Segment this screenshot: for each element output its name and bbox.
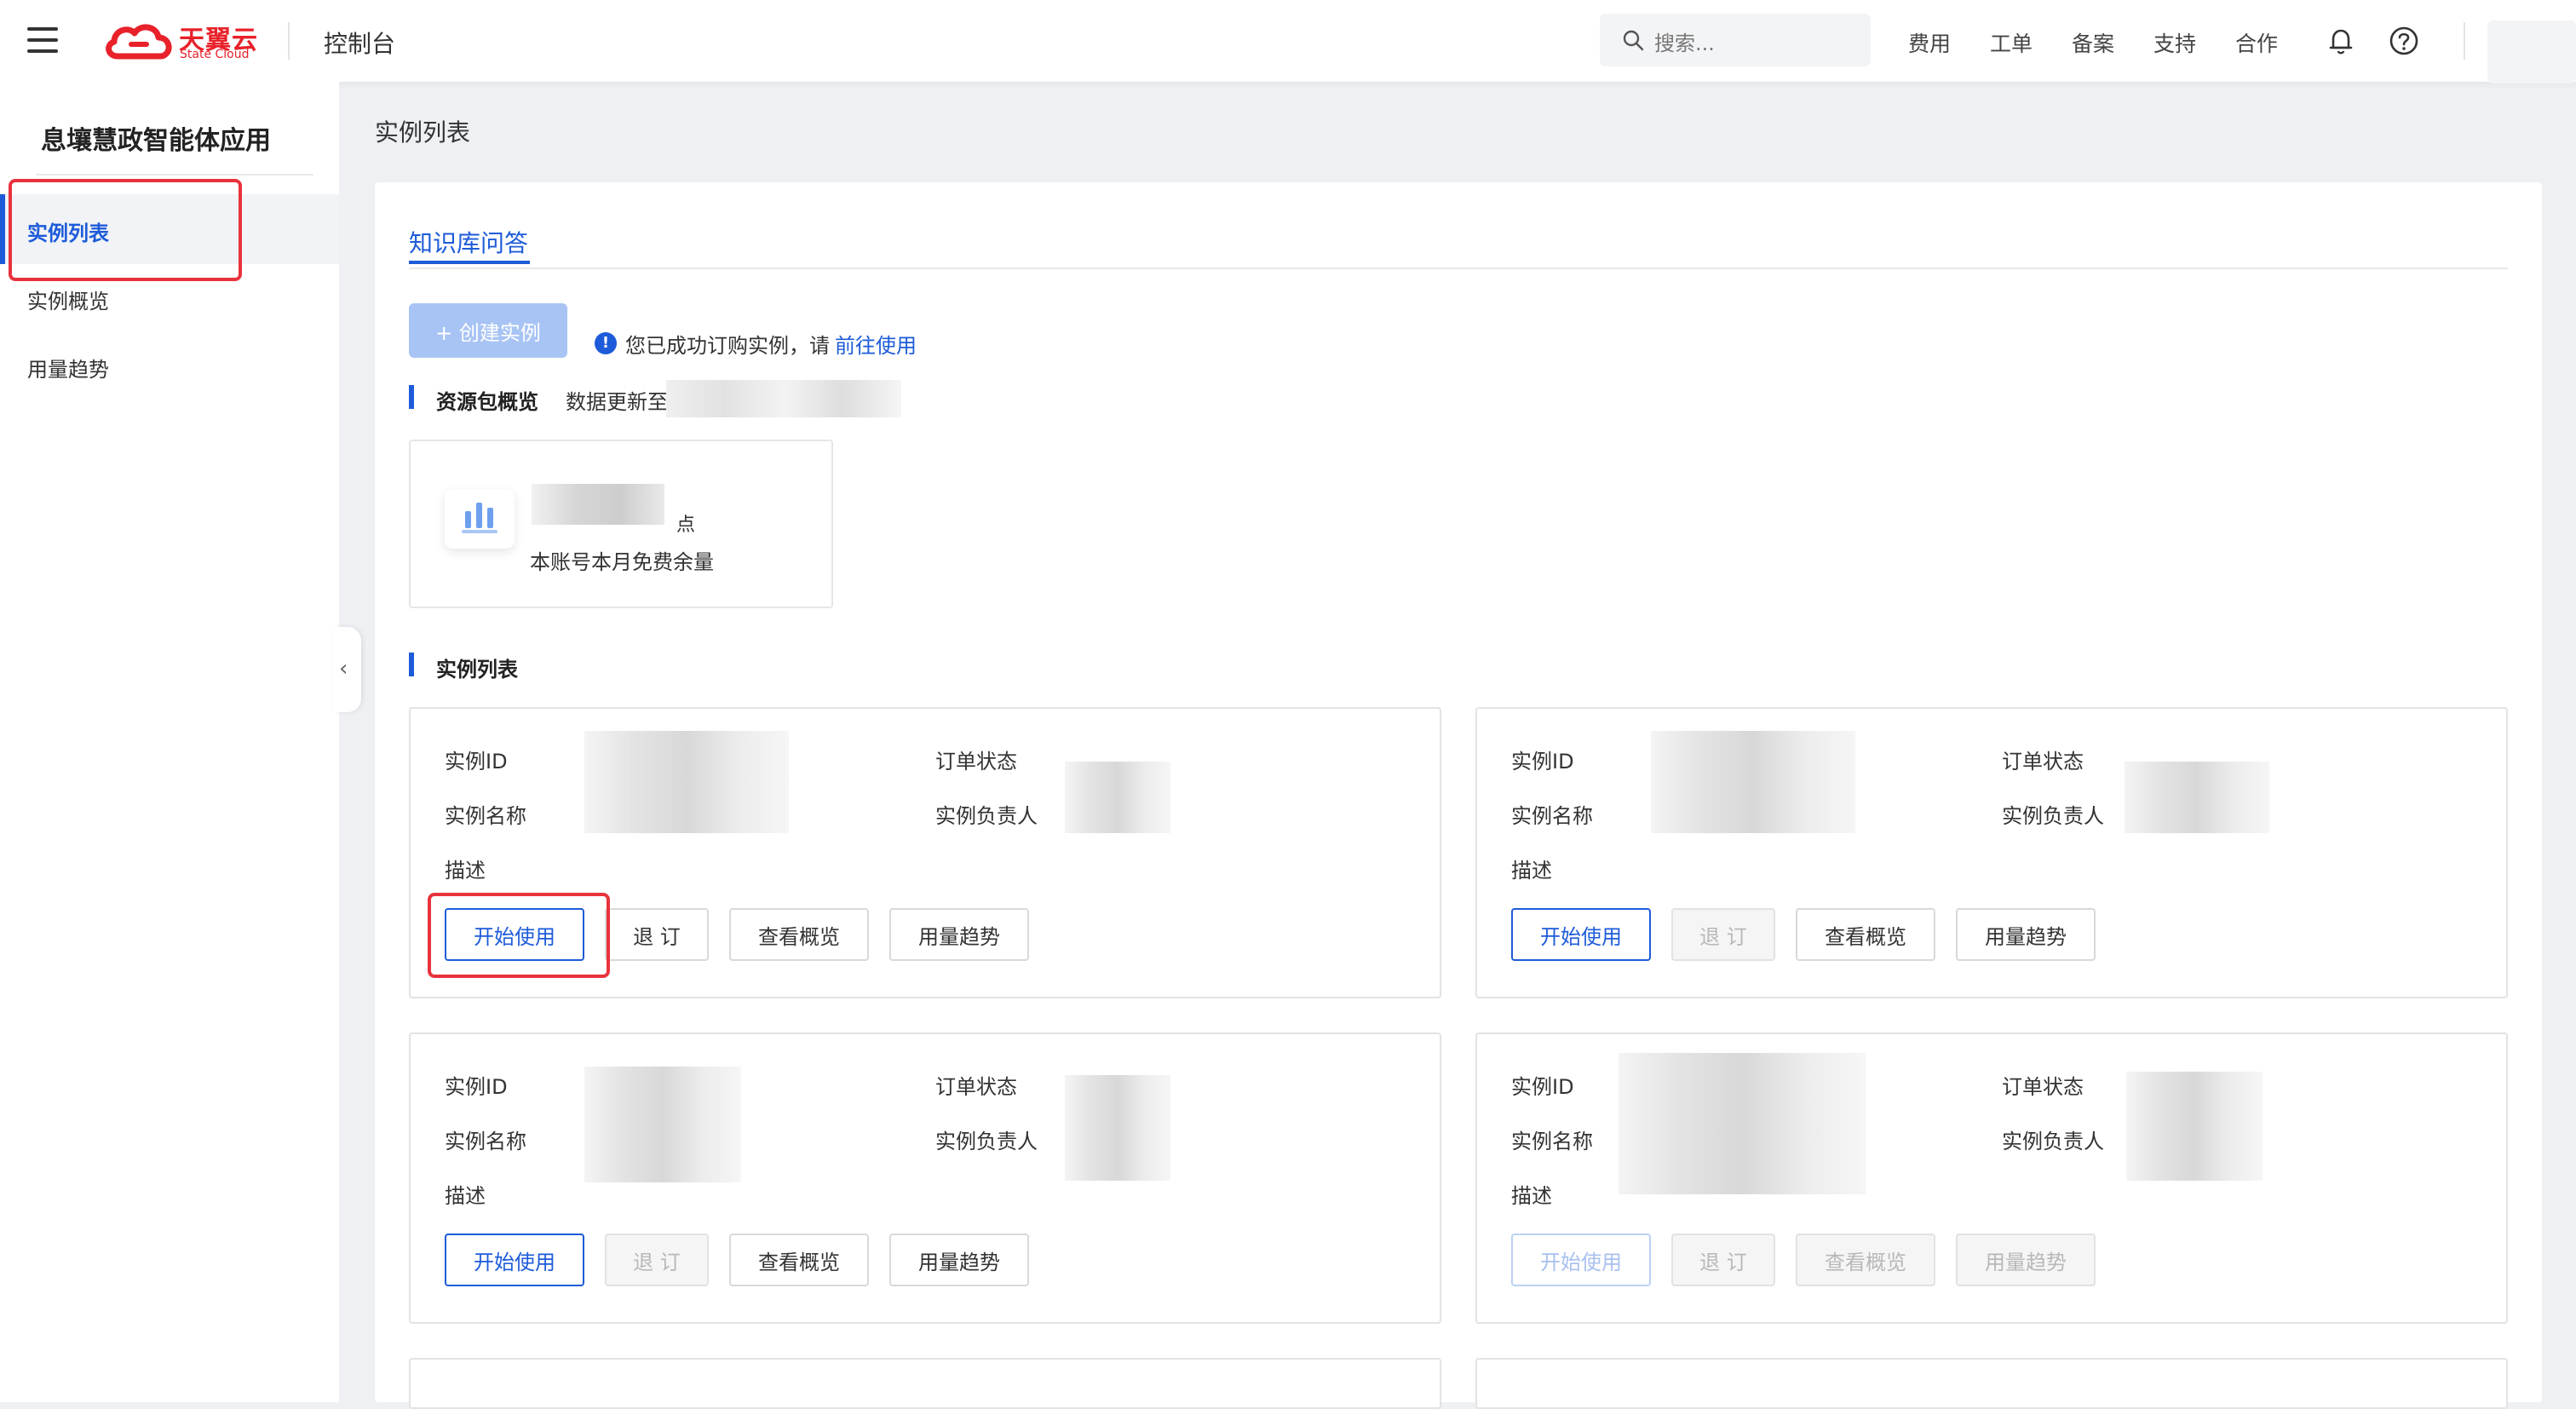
resource-label: 本账号本月免费余量 — [530, 550, 714, 574]
owner-label: 实例负责人 — [2002, 804, 2104, 828]
unsubscribe-button[interactable]: 退 订 — [1671, 1234, 1775, 1286]
instance-info-value — [584, 731, 789, 833]
section-marker — [409, 653, 414, 676]
instance-status-value — [1065, 762, 1170, 833]
nav-tickets[interactable]: 工单 — [1990, 27, 2033, 58]
sidebar-active-indicator — [0, 194, 5, 264]
instance-status-value — [2125, 762, 2269, 833]
owner-label: 实例负责人 — [935, 1130, 1038, 1153]
instance-status-value — [1065, 1075, 1170, 1181]
start-using-button[interactable]: 开始使用 — [445, 1234, 584, 1286]
help-icon[interactable] — [2389, 26, 2419, 56]
instance-name-label: 实例名称 — [445, 1130, 526, 1153]
update-time-value — [666, 380, 901, 417]
instance-info-value — [584, 1067, 741, 1182]
tab-knowledge-qa[interactable]: 知识库问答 — [409, 225, 528, 259]
console-link[interactable]: 控制台 — [324, 26, 395, 60]
instance-id-label: 实例ID — [1511, 750, 1574, 774]
instance-desc-label: 描述 — [445, 859, 486, 883]
instance-section-title: 实例列表 — [436, 658, 518, 681]
unsubscribe-button[interactable]: 退 订 — [1671, 908, 1775, 961]
instance-info-value — [1619, 1053, 1866, 1194]
resource-unit: 点 — [676, 515, 696, 536]
info-message: 您已成功订购实例，请 — [625, 334, 830, 358]
tab-active-indicator — [409, 261, 530, 264]
sidebar-item-instance-overview[interactable]: 实例概览 — [27, 285, 109, 314]
instance-name-label: 实例名称 — [1511, 1130, 1593, 1153]
usage-trend-button[interactable]: 用量趋势 — [1956, 908, 2096, 961]
resource-value — [532, 484, 664, 525]
owner-label: 实例负责人 — [2002, 1130, 2104, 1153]
order-status-label: 订单状态 — [935, 1075, 1017, 1099]
sidebar-divider — [36, 174, 313, 175]
instance-desc-label: 描述 — [1511, 1184, 1552, 1208]
bar-chart-icon — [445, 489, 515, 549]
instance-desc-label: 描述 — [1511, 859, 1552, 883]
instance-id-label: 实例ID — [445, 750, 508, 774]
order-status-label: 订单状态 — [2002, 1075, 2084, 1099]
bell-icon[interactable] — [2326, 26, 2356, 56]
usage-trend-button[interactable]: 用量趋势 — [889, 908, 1029, 961]
data-update-label: 数据更新至 — [566, 390, 668, 414]
instance-info-value — [1651, 731, 1855, 833]
view-overview-button[interactable]: 查看概览 — [729, 1234, 869, 1286]
instance-name-label: 实例名称 — [445, 804, 526, 828]
chevron-left-icon: ‹ — [339, 656, 348, 681]
start-using-button[interactable]: 开始使用 — [1511, 908, 1651, 961]
view-overview-button[interactable]: 查看概览 — [729, 908, 869, 961]
view-overview-button[interactable]: 查看概览 — [1796, 908, 1935, 961]
section-marker — [409, 385, 414, 409]
info-icon: ! — [595, 332, 617, 354]
nav-fees[interactable]: 费用 — [1908, 27, 1951, 58]
create-instance-button[interactable]: + 创建实例 — [409, 303, 567, 358]
search-input[interactable]: 搜索... — [1654, 26, 1715, 56]
owner-label: 实例负责人 — [935, 804, 1038, 828]
tab-divider — [409, 267, 2508, 269]
user-avatar[interactable] — [2487, 20, 2576, 83]
resource-section-title: 资源包概览 — [436, 390, 538, 414]
instance-id-label: 实例ID — [1511, 1075, 1574, 1099]
go-use-link[interactable]: 前往使用 — [835, 329, 917, 359]
highlight-box — [9, 179, 242, 281]
usage-trend-button[interactable]: 用量趋势 — [889, 1234, 1029, 1286]
order-status-label: 订单状态 — [935, 750, 1017, 774]
sidebar-title: 息壤慧政智能体应用 — [41, 126, 271, 156]
menu-icon[interactable] — [27, 27, 58, 53]
nav-filing[interactable]: 备案 — [2072, 27, 2114, 58]
view-overview-button[interactable]: 查看概览 — [1796, 1234, 1935, 1286]
instance-status-value — [2126, 1072, 2263, 1181]
instance-card — [409, 1358, 1441, 1409]
unsubscribe-button[interactable]: 退 订 — [605, 908, 709, 961]
header-divider — [2464, 22, 2465, 60]
cloud-logo-icon[interactable] — [102, 19, 175, 63]
unsubscribe-button[interactable]: 退 订 — [605, 1234, 709, 1286]
order-status-label: 订单状态 — [2002, 750, 2084, 774]
nav-support[interactable]: 支持 — [2153, 27, 2196, 58]
instance-id-label: 实例ID — [445, 1075, 508, 1099]
search-icon — [1623, 30, 1644, 51]
instance-name-label: 实例名称 — [1511, 804, 1593, 828]
sidebar-collapse-button[interactable]: ‹ — [334, 627, 361, 712]
instance-card — [1475, 1358, 2508, 1409]
instance-desc-label: 描述 — [445, 1184, 486, 1208]
header-divider — [288, 22, 290, 60]
sidebar-item-usage-trend[interactable]: 用量趋势 — [27, 353, 109, 382]
highlight-box — [428, 893, 610, 978]
usage-trend-button[interactable]: 用量趋势 — [1956, 1234, 2096, 1286]
brand-subtitle: State Cloud — [180, 48, 250, 61]
nav-partner[interactable]: 合作 — [2235, 27, 2278, 58]
start-using-button[interactable]: 开始使用 — [1511, 1234, 1651, 1286]
page-title: 实例列表 — [375, 118, 471, 147]
